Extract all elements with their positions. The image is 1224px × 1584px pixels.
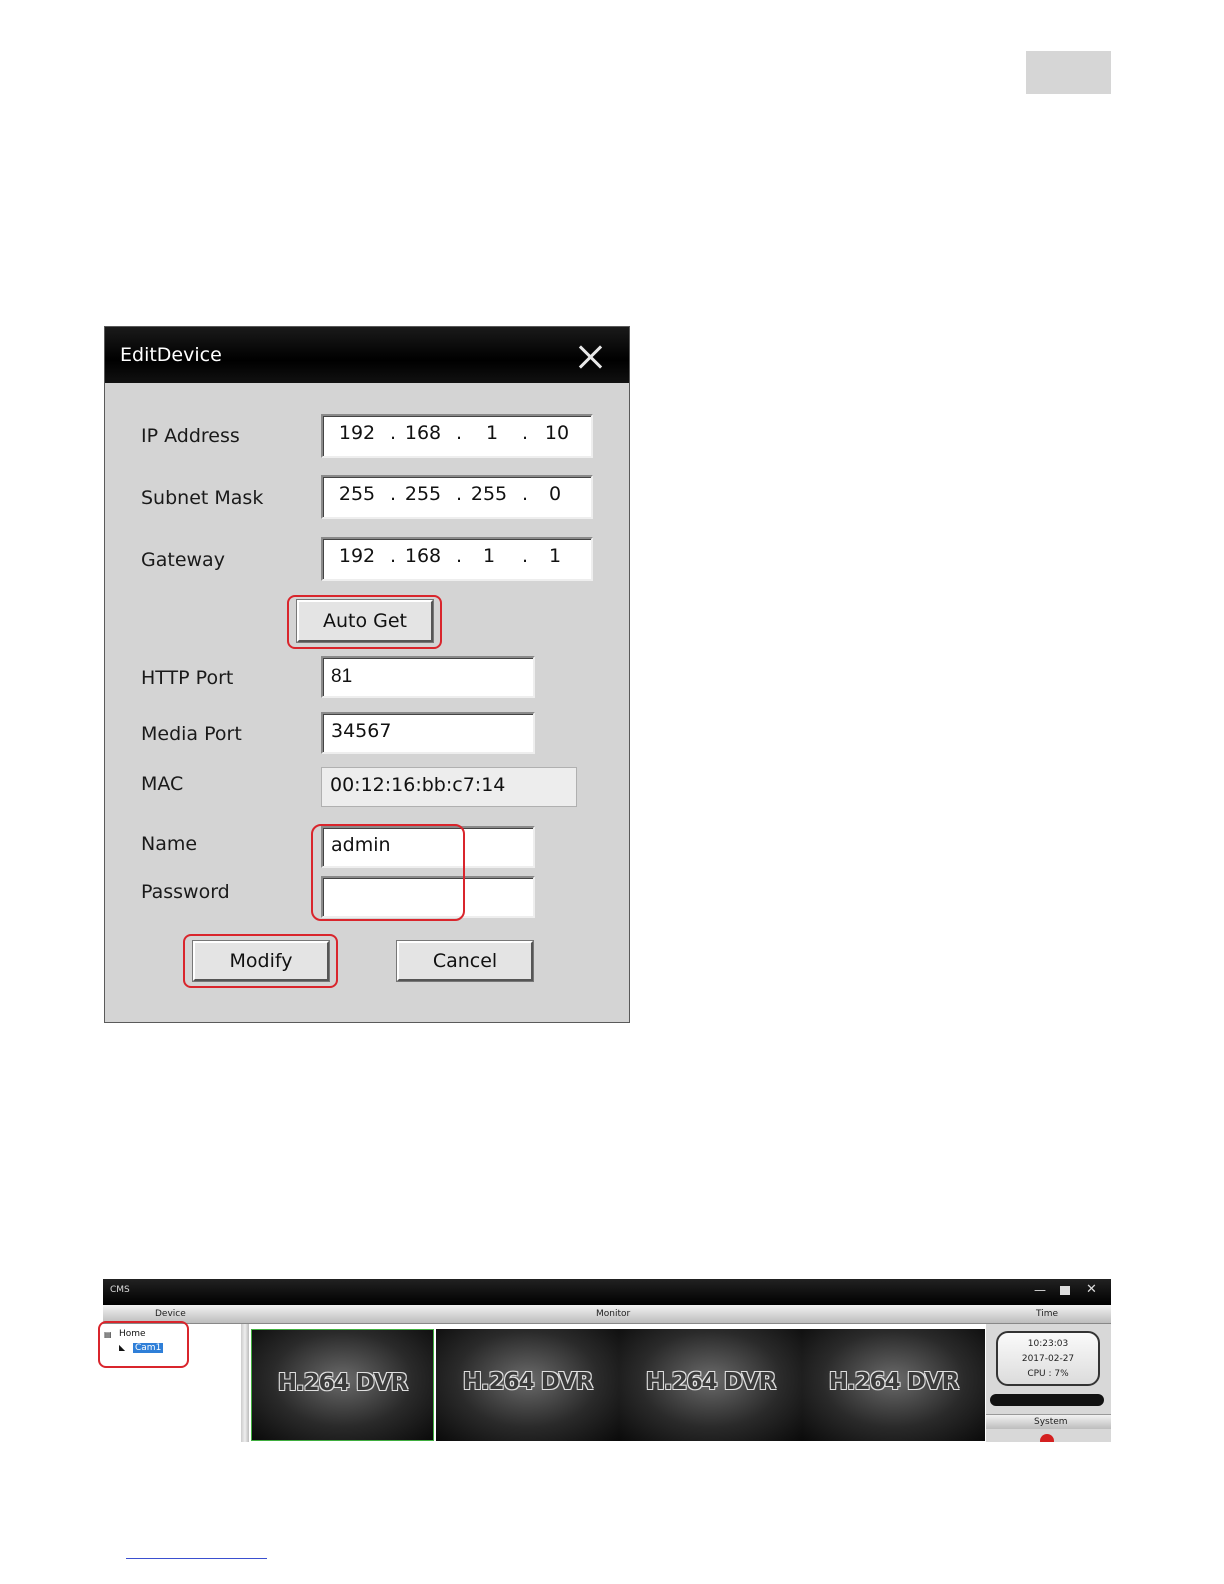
http-port-label: HTTP Port [141,667,234,689]
clock-time: 10:23:03 [1027,1339,1069,1349]
monitor-tile[interactable]: H.264 DVR [251,1329,434,1441]
monitor-tile[interactable]: H.264 DVR [802,1329,985,1441]
cms-title: CMS [110,1285,130,1295]
cms-header: Device Monitor Time [103,1305,1111,1324]
cms-window: CMS — ✕ Device Monitor Time ▤ Home ◣ Cam… [103,1279,1111,1442]
monitor-tile[interactable]: H.264 DVR [619,1329,802,1441]
link-underline [126,1558,267,1559]
cms-title-bar: CMS — ✕ [103,1279,1111,1305]
mac-label: MAC [141,773,184,795]
ip-address-field[interactable]: 192 . 168 . 1 . 10 [321,414,593,458]
subnet-dot: . [522,483,529,505]
subnet-dot: . [390,483,397,505]
status-bar [990,1394,1104,1406]
maximize-icon[interactable] [1060,1286,1070,1295]
dialog-title-bar: EditDevice [105,327,629,383]
page-tab [1026,51,1111,94]
gateway-octet-2: 168 [404,545,442,567]
tree-splitter[interactable] [241,1324,249,1442]
gateway-octet-3: 1 [482,545,496,567]
media-port-field[interactable]: 34567 [321,712,535,754]
monitor-header: Monitor [596,1309,631,1319]
gateway-label: Gateway [141,549,225,571]
subnet-octet-3: 255 [470,483,508,505]
clock-date: 2017-02-27 [1021,1354,1075,1364]
tile-label: H.264 DVR [828,1369,960,1395]
close-icon[interactable]: ✕ [1086,1282,1097,1297]
subnet-octet-1: 255 [338,483,376,505]
gateway-dot: . [522,545,529,567]
subnet-mask-field[interactable]: 255 . 255 . 255 . 0 [321,475,593,519]
http-port-field[interactable]: 81 [321,656,535,698]
edit-device-dialog: EditDevice IP Address 192 . 168 . 1 . 10… [104,326,630,1023]
ip-octet-1: 192 [338,422,376,444]
ip-octet-3: 1 [485,422,499,444]
cancel-button[interactable]: Cancel [396,940,534,982]
media-port-label: Media Port [141,723,242,745]
gateway-octet-4: 1 [548,545,562,567]
close-icon[interactable] [577,343,605,371]
cpu-usage: CPU : 7% [1027,1369,1069,1379]
mac-field: 00:12:16:bb:c7:14 [321,767,577,807]
subnet-dot: . [456,483,463,505]
mac-value: 00:12:16:bb:c7:14 [330,774,506,796]
media-port-value: 34567 [331,720,392,742]
subnet-octet-4: 0 [548,483,562,505]
ip-octet-4: 10 [544,422,570,444]
tile-label: H.264 DVR [645,1369,777,1395]
ip-octet-2: 168 [404,422,442,444]
ip-address-label: IP Address [141,425,240,447]
name-label: Name [141,833,198,855]
minimize-icon[interactable]: — [1034,1283,1046,1297]
device-tree-highlight [98,1321,189,1368]
http-port-value: 81 [331,666,353,687]
tile-label: H.264 DVR [277,1370,409,1396]
system-label: System [1034,1417,1068,1427]
credentials-highlight [311,824,465,921]
time-header: Time [1036,1309,1059,1319]
ip-dot: . [522,422,529,444]
ip-dot: . [456,422,463,444]
password-label: Password [141,881,230,903]
gateway-dot: . [456,545,463,567]
subnet-octet-2: 255 [404,483,442,505]
gateway-field[interactable]: 192 . 168 . 1 . 1 [321,537,593,581]
monitor-tile[interactable]: H.264 DVR [436,1329,619,1441]
modify-button[interactable]: Modify [192,940,330,982]
system-header: System [986,1414,1111,1429]
power-icon[interactable] [1040,1434,1054,1442]
gateway-octet-1: 192 [338,545,376,567]
gateway-dot: . [390,545,397,567]
clock-panel: 10:23:03 2017-02-27 CPU : 7% [996,1331,1100,1386]
device-header: Device [155,1309,186,1319]
dialog-title: EditDevice [120,344,222,366]
subnet-mask-label: Subnet Mask [141,487,264,509]
auto-get-button[interactable]: Auto Get [296,599,434,643]
tile-label: H.264 DVR [462,1369,594,1395]
ip-dot: . [390,422,397,444]
status-panel: 10:23:03 2017-02-27 CPU : 7% System [986,1324,1111,1442]
